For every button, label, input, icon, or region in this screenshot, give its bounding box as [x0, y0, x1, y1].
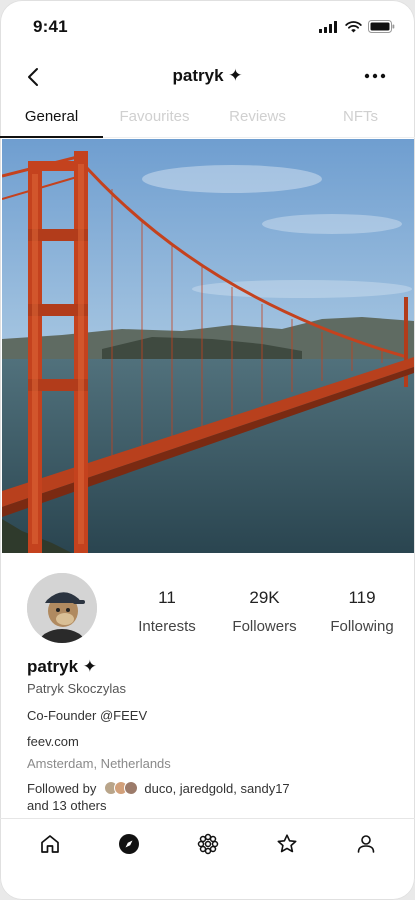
status-icons	[319, 20, 395, 38]
tab-general[interactable]: General	[0, 100, 103, 138]
stat-label: Interests	[138, 618, 196, 635]
nav-explore[interactable]	[107, 822, 151, 866]
followed-by-label: Followed by	[27, 780, 97, 796]
avatar	[124, 781, 139, 795]
followed-by-names[interactable]: duco, jaredgold, sandy17	[144, 781, 289, 796]
profile-full-name: Patryk Skoczylas	[27, 681, 126, 696]
profile-location: Amsterdam, Netherlands	[27, 756, 171, 771]
follower-avatars[interactable]	[104, 781, 139, 795]
nav-profile[interactable]	[344, 822, 388, 866]
profile-tabs: General Favourites Reviews NFTs	[0, 100, 415, 138]
status-time: 9:41	[33, 17, 68, 36]
stat-value: 119	[348, 588, 376, 607]
tab-nfts[interactable]: NFTs	[309, 100, 412, 137]
stat-followers[interactable]: 29K Followers	[220, 588, 310, 635]
nav-collections[interactable]	[186, 822, 230, 866]
stat-value: 11	[158, 588, 176, 607]
avatar[interactable]	[27, 573, 97, 643]
star-icon	[277, 833, 296, 852]
profile-icon	[357, 834, 374, 853]
bottom-navigation	[0, 818, 415, 868]
stat-value: 29K	[249, 588, 280, 607]
status-bar: 9:41	[0, 0, 415, 50]
stat-interests[interactable]: 11 Interests	[122, 588, 212, 635]
stat-label: Following	[330, 618, 394, 635]
cover-image	[2, 139, 414, 553]
tab-favourites[interactable]: Favourites	[103, 100, 206, 137]
signal-icon	[319, 20, 339, 38]
profile-website-link[interactable]: feev.com	[27, 734, 79, 749]
followed-by-others[interactable]: and 13 others	[27, 798, 387, 813]
compass-icon	[118, 833, 139, 854]
followed-by: Followed by duco, jaredgold, sandy17 and…	[27, 780, 387, 814]
stat-label: Followers	[232, 618, 297, 635]
nav-home[interactable]	[28, 822, 72, 866]
profile-username: patryk ✦	[27, 657, 97, 676]
home-icon	[40, 834, 59, 853]
tab-reviews[interactable]: Reviews	[206, 100, 309, 137]
profile-bio: Co-Founder @FEEV	[27, 708, 148, 723]
grid-flower-icon	[197, 833, 218, 854]
battery-icon	[368, 20, 395, 38]
page-title: patryk ✦	[172, 66, 243, 85]
nav-favourites[interactable]	[265, 822, 309, 866]
top-app-bar: patryk ✦	[0, 55, 415, 99]
profile-stats: 11 Interests 29K Followers 119 Following	[122, 588, 407, 635]
stat-following[interactable]: 119 Following	[317, 588, 407, 635]
more-options-button[interactable]	[363, 68, 387, 84]
phone-screen: 9:41 patryk ✦ General Favourites Reviews…	[0, 0, 415, 900]
more-horizontal-icon	[364, 73, 386, 79]
wifi-icon	[345, 20, 362, 38]
